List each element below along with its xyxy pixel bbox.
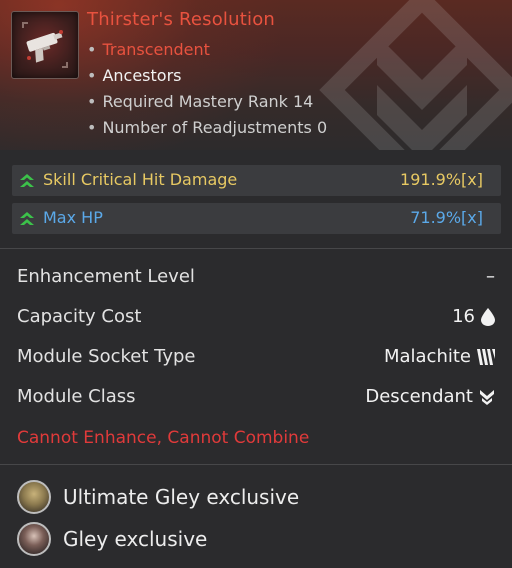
required-mastery: • Required Mastery Rank 14 <box>87 92 313 111</box>
rarity-text: Transcendent <box>102 40 210 59</box>
exclusive-row: Gley exclusive <box>17 520 207 558</box>
property-label: Module Socket Type <box>17 346 196 367</box>
double-up-arrow-icon <box>20 212 34 225</box>
module-tooltip: Thirster's Resolution • Transcendent • Anc… <box>0 0 512 568</box>
stat-row: Skill Critical Hit Damage 191.9%[x] <box>12 165 501 196</box>
stat-label: Skill Critical Hit Damage <box>43 170 238 189</box>
module-class-value: Descendant <box>365 386 495 407</box>
exclusive-label: Ultimate Gley exclusive <box>63 485 300 509</box>
stat-row: Max HP 71.9%[x] <box>12 203 501 234</box>
tag-text: Ancestors <box>102 66 182 85</box>
droplet-icon <box>481 307 495 326</box>
divider <box>0 464 512 465</box>
item-rarity: • Transcendent <box>87 40 210 59</box>
property-label: Capacity Cost <box>17 306 142 327</box>
gun-module-icon <box>22 22 68 68</box>
property-value: – <box>486 266 495 287</box>
malachite-socket-icon <box>477 348 495 365</box>
readjustments: • Number of Readjustments 0 <box>87 118 327 137</box>
enhancement-level-value: – <box>486 266 495 287</box>
descendant-class-icon <box>480 389 494 405</box>
exclusive-row: Ultimate Gley exclusive <box>17 478 299 516</box>
divider <box>0 248 512 249</box>
stat-value: 191.9%[x] <box>400 170 483 189</box>
bullet: • <box>87 40 97 59</box>
enhance-warning: Cannot Enhance, Cannot Combine <box>17 428 310 448</box>
ultimate-gley-avatar <box>17 480 51 514</box>
tooltip-header: Thirster's Resolution • Transcendent • Anc… <box>0 0 512 150</box>
required-mastery-text: Required Mastery Rank 14 <box>102 92 314 111</box>
item-title: Thirster's Resolution <box>87 9 276 30</box>
module-thumbnail <box>11 11 79 79</box>
exclusive-label: Gley exclusive <box>63 527 208 551</box>
socket-type-value: Malachite <box>384 346 495 367</box>
bullet: • <box>87 66 97 85</box>
capacity-cost-value: 16 <box>452 306 495 327</box>
stat-value: 71.9%[x] <box>410 208 483 227</box>
property-value: Malachite <box>383 346 471 367</box>
double-up-arrow-icon <box>20 174 34 187</box>
property-value: 16 <box>452 306 475 327</box>
gley-avatar <box>17 522 51 556</box>
item-tag: • Ancestors <box>87 66 181 85</box>
readjustments-text: Number of Readjustments 0 <box>102 118 328 137</box>
property-label: Module Class <box>17 386 136 407</box>
bullet: • <box>87 92 97 111</box>
bullet: • <box>87 118 97 137</box>
property-label: Enhancement Level <box>17 266 195 287</box>
property-value: Descendant <box>365 386 473 407</box>
stat-label: Max HP <box>43 208 103 227</box>
